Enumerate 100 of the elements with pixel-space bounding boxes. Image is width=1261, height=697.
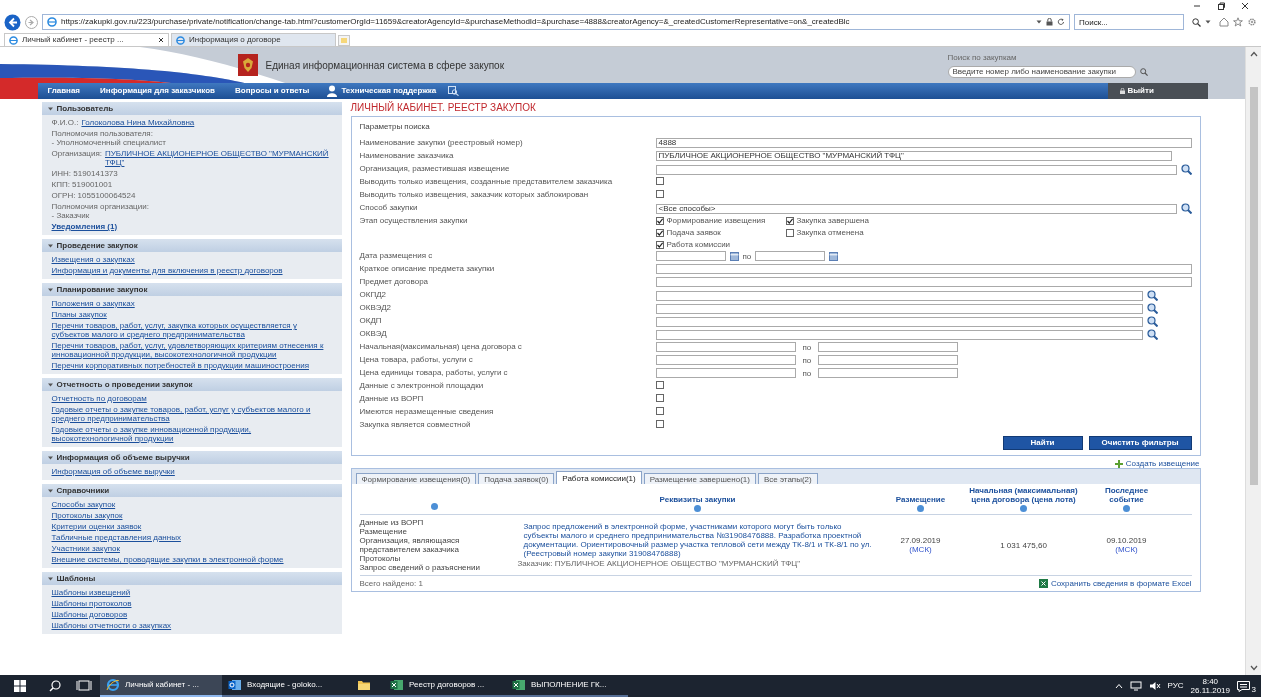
help-icon[interactable]	[1123, 505, 1130, 512]
nav-link[interactable]: Вопросы и ответы	[225, 83, 320, 99]
purchase-link[interactable]: Запрос предложений в электронной форме, участниками которого могут быть только субъекты малого и среднего предпринимательства №31908476888. Разработка проектной документации. Ориентировочный размер участка тепловой сети между ТК-8/1 и ТК-8/1 по ул. (Реестровый номер закупки 31908476888)	[517, 522, 878, 558]
dropdown-field[interactable]: <Все способы>	[655, 203, 1177, 214]
sidebar-link[interactable]: Перечни товаров, работ, услуг, закупка которых осуществляется у субъектов малого и среднего предпринимательства	[51, 321, 332, 339]
checkbox[interactable]	[655, 407, 664, 415]
results-tab[interactable]: Формирование извещения(0)	[355, 473, 477, 484]
star-icon[interactable]	[1233, 17, 1243, 27]
sidebar-link[interactable]: Критерии оценки заявок	[51, 522, 332, 531]
input-field[interactable]	[755, 251, 826, 261]
calendar-icon[interactable]	[729, 251, 739, 261]
sidebar-link[interactable]: Информация об объеме выручки	[51, 467, 332, 476]
checkbox[interactable]	[785, 216, 794, 225]
language-indicator[interactable]: РУС	[1167, 680, 1184, 692]
taskbar-app-button[interactable]: Реестр договоров ...	[384, 675, 506, 697]
search-icon[interactable]	[1180, 203, 1192, 214]
input-field[interactable]	[655, 355, 796, 365]
search-icon[interactable]	[1146, 329, 1158, 340]
results-tab[interactable]: Все этапы(2)	[757, 473, 818, 484]
browser-search-field[interactable]: Поиск...	[1074, 14, 1184, 30]
readonly-field[interactable]	[655, 164, 1177, 175]
sidebar-link[interactable]: Извещения о закупках	[51, 255, 332, 264]
restore-icon[interactable]	[1217, 2, 1225, 10]
help-icon[interactable]	[431, 503, 438, 510]
input-field[interactable]	[818, 355, 959, 365]
sidebar-link[interactable]: Табличные представления данных	[51, 533, 332, 542]
sidebar-link[interactable]: Годовые отчеты о закупке инновационной продукции, высокотехнологичной продукции	[51, 425, 332, 443]
home-icon[interactable]	[1219, 17, 1229, 27]
checkbox[interactable]	[655, 216, 664, 225]
input-field[interactable]	[655, 316, 1143, 327]
results-tab[interactable]: Работа комиссии(1)	[556, 471, 642, 484]
scrollbar[interactable]	[1245, 47, 1261, 675]
close-icon[interactable]	[1241, 2, 1249, 10]
close-icon[interactable]	[158, 37, 164, 43]
search-document-icon[interactable]	[448, 86, 460, 96]
help-icon[interactable]	[1020, 505, 1027, 512]
notifications-link[interactable]: Уведомления (1)	[51, 222, 332, 231]
checkbox[interactable]	[655, 240, 664, 249]
panel-header[interactable]: Планирование закупок	[41, 283, 342, 296]
sidebar-link[interactable]: Участники закупок	[51, 544, 332, 553]
search-icon[interactable]	[1146, 303, 1158, 314]
panel-header[interactable]: Справочники	[41, 484, 342, 497]
clock[interactable]: 8:40 26.11.2019	[1190, 677, 1230, 695]
sidebar-link[interactable]: Шаблоны отчетности о закупках	[51, 621, 332, 630]
browser-tab[interactable]: Личный кабинет - реестр ...	[4, 33, 169, 46]
panel-header[interactable]: Информация об объеме выручки	[41, 451, 342, 464]
sidebar-link[interactable]: Шаблоны договоров	[51, 610, 332, 619]
taskbar-app-button[interactable]: Личный кабинет - ...	[100, 675, 222, 697]
panel-header[interactable]: Пользователь	[41, 102, 342, 115]
readonly-field[interactable]: ПУБЛИЧНОЕ АКЦИОНЕРНОЕ ОБЩЕСТВО "МУРМАНСКИЙ ТФЦ"	[655, 151, 1172, 161]
back-button[interactable]	[4, 13, 21, 31]
nav-link[interactable]: Техническая поддержка	[319, 83, 445, 99]
info-link[interactable]: ПУБЛИЧНОЕ АКЦИОНЕРНОЕ ОБЩЕСТВО "МУРМАНСКИЙ ТФЦ"	[105, 149, 332, 167]
search-icon[interactable]	[1139, 68, 1148, 76]
checkbox[interactable]	[655, 394, 664, 402]
sidebar-link[interactable]: Перечни товаров, работ, услуг, удовлетворяющих критериям отнесения к инновационной продукции, высокотехнологичной продукции	[51, 341, 332, 359]
panel-header[interactable]: Отчетность о проведении закупок	[41, 378, 342, 391]
sidebar-link[interactable]: Годовые отчеты о закупке товаров, работ, услуг у субъектов малого и среднего предпринимательства	[51, 405, 332, 423]
taskbar-app-button[interactable]: Входящие - goloko...	[222, 675, 344, 697]
speaker-icon[interactable]	[1148, 681, 1161, 691]
panel-header[interactable]: Проведение закупок	[41, 239, 342, 252]
sidebar-link[interactable]: Способы закупок	[51, 500, 332, 509]
logout-link[interactable]: Выйти	[1107, 83, 1208, 99]
caret-icon[interactable]	[1114, 683, 1123, 689]
input-field[interactable]	[655, 368, 796, 378]
checkbox[interactable]	[785, 228, 794, 237]
caret-icon[interactable]	[1205, 19, 1211, 25]
input-field[interactable]	[655, 264, 1192, 274]
sidebar-link[interactable]: Протоколы закупок	[51, 511, 332, 520]
filter-button[interactable]: Найти	[1002, 436, 1083, 450]
results-tab[interactable]: Подача заявок(0)	[478, 473, 555, 484]
input-field[interactable]	[655, 290, 1143, 301]
network-icon[interactable]	[1129, 681, 1142, 691]
panel-header[interactable]: Шаблоны	[41, 572, 342, 585]
checkbox[interactable]	[655, 228, 664, 237]
create-notice-link[interactable]: Создать извещение	[1114, 459, 1200, 468]
input-field[interactable]	[655, 277, 1192, 287]
checkbox[interactable]	[655, 177, 664, 185]
input-field[interactable]: 4888	[655, 138, 1192, 148]
help-icon[interactable]	[917, 505, 924, 512]
caret-icon[interactable]	[1036, 19, 1042, 25]
scrollbar-thumb[interactable]	[1249, 87, 1258, 485]
input-field[interactable]	[655, 329, 1143, 340]
checkbox[interactable]	[655, 381, 664, 389]
checkbox[interactable]	[655, 190, 664, 198]
sidebar-link[interactable]: Отчетность по договорам	[51, 394, 332, 403]
input-field[interactable]	[818, 368, 959, 378]
calendar-icon[interactable]	[829, 251, 839, 261]
search-icon[interactable]	[1146, 316, 1158, 327]
sidebar-link[interactable]: Внешние системы, проводящие закупки в электронной форме	[51, 555, 332, 564]
minimize-icon[interactable]	[1193, 2, 1201, 10]
search-icon[interactable]	[1146, 290, 1158, 301]
info-link[interactable]: Голоколова Нина Михайловна	[81, 118, 195, 127]
browser-tab[interactable]: Информация о договоре	[171, 33, 336, 46]
nav-link[interactable]: Информация для заказчиков	[90, 83, 226, 99]
site-search-field[interactable]: Введите номер либо наименование закупки	[947, 66, 1136, 78]
sidebar-link[interactable]: Перечни корпоративных потребностей в продукции машиностроения	[51, 361, 332, 370]
scroll-down-icon[interactable]	[1249, 665, 1258, 671]
address-bar[interactable]	[42, 14, 1070, 30]
checkbox[interactable]	[655, 420, 664, 428]
